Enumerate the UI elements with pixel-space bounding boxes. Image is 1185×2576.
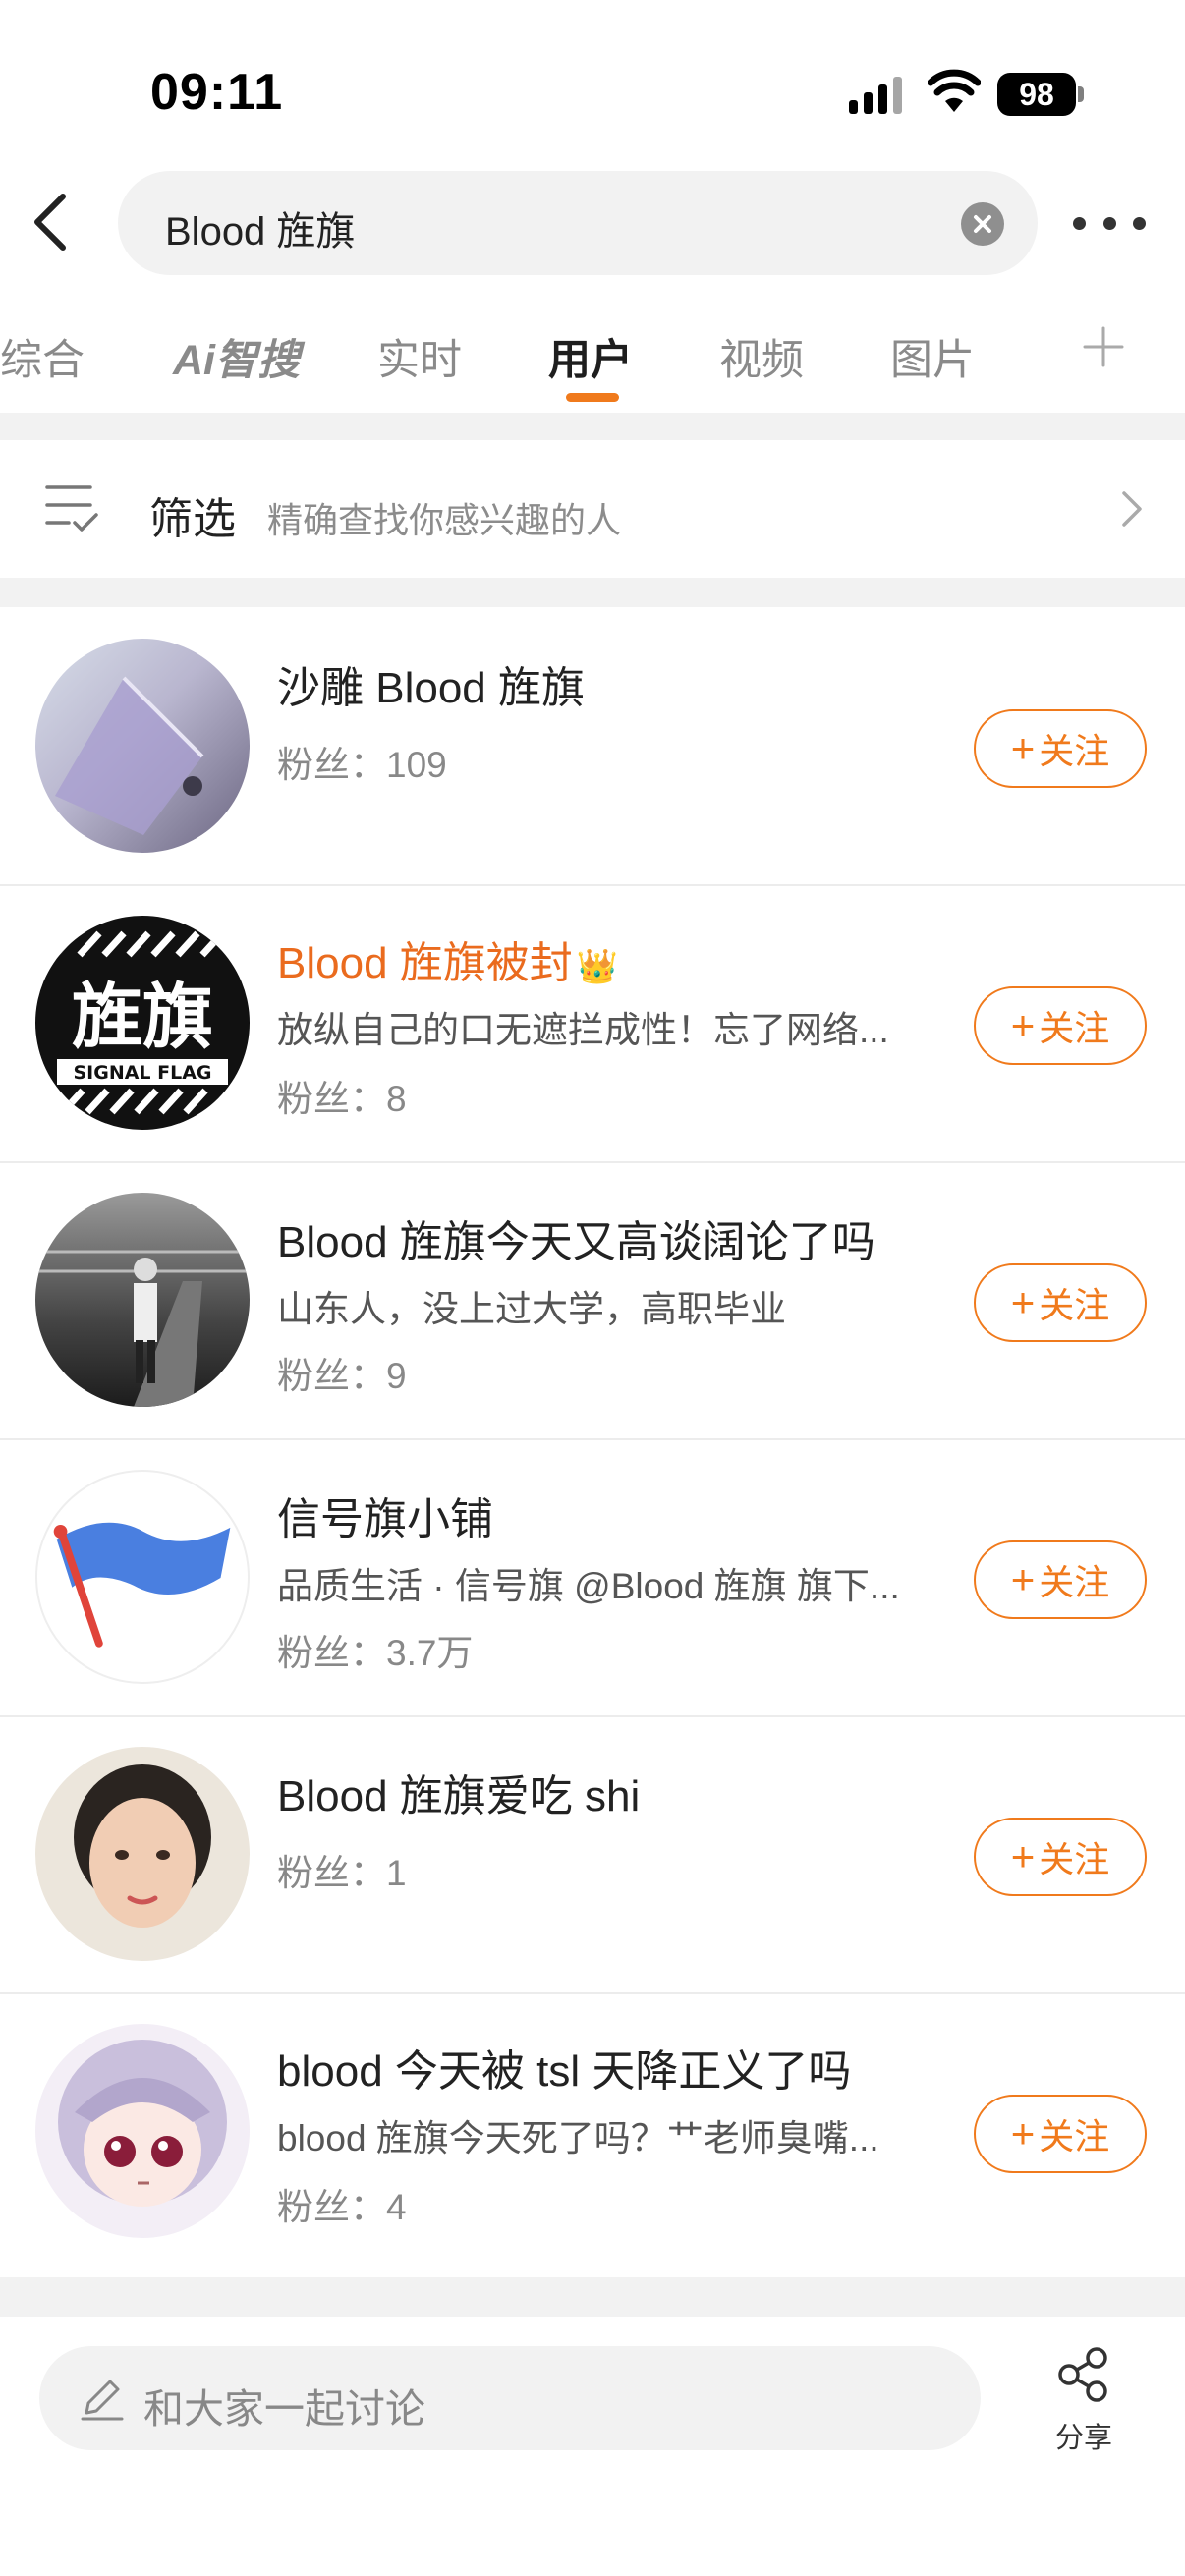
avatar[interactable] (35, 639, 250, 853)
user-name[interactable]: 信号旗小铺 (277, 1484, 493, 1546)
follow-button[interactable]: + 关注 (974, 2095, 1147, 2173)
filter-row[interactable]: 筛选 精确查找你感兴趣的人 (0, 440, 1185, 578)
plus-icon: + (1010, 1556, 1036, 1602)
tab-images[interactable]: 图片 (890, 326, 975, 387)
user-fans: 粉丝：8 (277, 1079, 407, 1119)
section-gap (0, 578, 1185, 607)
discussion-placeholder: 和大家一起讨论 (143, 2386, 425, 2432)
more-options-icon[interactable] (1073, 206, 1146, 240)
tab-video[interactable]: 视频 (719, 326, 804, 387)
user-description: 品质生活 · 信号旗 @Blood 旌旗 旗下... (277, 1566, 900, 1606)
back-arrow-icon[interactable] (26, 193, 75, 252)
user-list-item[interactable]: Blood 旌旗今天又高谈阔论了吗 山东人，没上过大学，高职毕业 粉丝：9 + 关… (0, 1163, 1185, 1440)
clear-search-icon[interactable] (961, 202, 1004, 246)
tab-users[interactable]: 用户 (548, 326, 633, 387)
wifi-icon (928, 69, 981, 112)
search-tabs: 综合 Ai智搜 实时 用户 视频 图片 (0, 314, 1185, 403)
bottom-bar: 和大家一起讨论 分享 (0, 2317, 1185, 2576)
plus-icon: + (1010, 725, 1036, 771)
avatar[interactable] (35, 2024, 250, 2238)
avatar[interactable] (35, 1193, 250, 1407)
user-fans: 粉丝：9 (277, 1356, 407, 1396)
plus-icon: + (1010, 1279, 1036, 1325)
section-gap (0, 413, 1185, 440)
user-name[interactable]: Blood 旌旗被封 👑 (277, 927, 618, 990)
user-fans: 粉丝：4 (277, 2187, 407, 2227)
user-list-item[interactable]: 信号旗小铺 品质生活 · 信号旗 @Blood 旌旗 旗下... 粉丝：3.7万… (0, 1440, 1185, 1717)
plus-icon: + (1010, 1002, 1036, 1048)
pen-icon (81, 2380, 124, 2421)
search-query[interactable]: Blood 旌旗 (165, 199, 355, 256)
discussion-input[interactable]: 和大家一起讨论 (39, 2346, 981, 2450)
status-time: 09:11 (150, 64, 284, 121)
user-list-item[interactable]: Blood 旌旗爱吃 shi 粉丝：1 + 关注 (0, 1717, 1185, 1994)
user-name[interactable]: Blood 旌旗今天又高谈阔论了吗 (277, 1206, 875, 1269)
follow-button[interactable]: + 关注 (974, 709, 1147, 788)
follow-button[interactable]: + 关注 (974, 986, 1147, 1065)
user-name[interactable]: blood 今天被 tsl 天降正义了吗 (277, 2036, 851, 2099)
user-fans: 粉丝：1 (277, 1853, 407, 1893)
share-icon[interactable] (1055, 2346, 1112, 2403)
filter-hint: 精确查找你感兴趣的人 (267, 500, 622, 540)
tab-realtime[interactable]: 实时 (377, 326, 462, 387)
search-input[interactable]: Blood 旌旗 (118, 171, 1038, 275)
user-fans: 粉丝：3.7万 (277, 1633, 474, 1673)
user-name[interactable]: 沙雕 Blood 旌旗 (277, 652, 585, 715)
plus-icon: + (1010, 1833, 1036, 1879)
user-name[interactable]: Blood 旌旗爱吃 shi (277, 1761, 640, 1823)
filter-label: 筛选 (149, 495, 236, 543)
user-description: blood 旌旗今天死了吗？艹老师臭嘴... (277, 2118, 879, 2158)
plus-icon: + (1010, 2110, 1036, 2156)
follow-button[interactable]: + 关注 (974, 1818, 1147, 1896)
tab-ai-search[interactable]: Ai智搜 (173, 326, 300, 387)
battery-indicator: 98 (997, 73, 1076, 116)
tab-comprehensive[interactable]: 综合 (0, 326, 85, 387)
user-description: 放纵自己的口无遮拦成性！忘了网络... (277, 1010, 889, 1050)
battery-tip (1078, 86, 1084, 102)
share-label[interactable]: 分享 (1055, 2415, 1112, 2456)
avatar[interactable] (35, 1747, 250, 1961)
user-list-item[interactable]: blood 今天被 tsl 天降正义了吗 blood 旌旗今天死了吗？艹老师臭嘴… (0, 1994, 1185, 2271)
user-list-item[interactable]: 旌旗 SIGNAL FLAG Blood 旌旗被封 👑 放纵自己的口无遮拦成性！忘… (0, 886, 1185, 1163)
avatar-logo-subtext: SIGNAL FLAG (73, 1062, 211, 1084)
user-description: 山东人，没上过大学，高职毕业 (277, 1289, 786, 1329)
crown-icon: 👑 (576, 948, 619, 985)
status-bar: 09:11 98 (0, 0, 1185, 167)
avatar[interactable] (35, 1470, 250, 1684)
section-gap (0, 2277, 1185, 2317)
add-tab-icon[interactable] (1081, 324, 1126, 369)
avatar[interactable]: 旌旗 SIGNAL FLAG (35, 916, 250, 1130)
chevron-right-icon (1122, 491, 1142, 527)
cellular-signal-icon (849, 77, 902, 114)
follow-button[interactable]: + 关注 (974, 1263, 1147, 1342)
user-fans: 粉丝：109 (277, 745, 447, 785)
follow-button[interactable]: + 关注 (974, 1540, 1147, 1619)
filter-icon (45, 485, 98, 532)
active-tab-indicator (566, 393, 619, 402)
avatar-logo-text: 旌旗 (72, 975, 213, 1058)
user-list-item[interactable]: 沙雕 Blood 旌旗 粉丝：109 + 关注 (0, 609, 1185, 886)
